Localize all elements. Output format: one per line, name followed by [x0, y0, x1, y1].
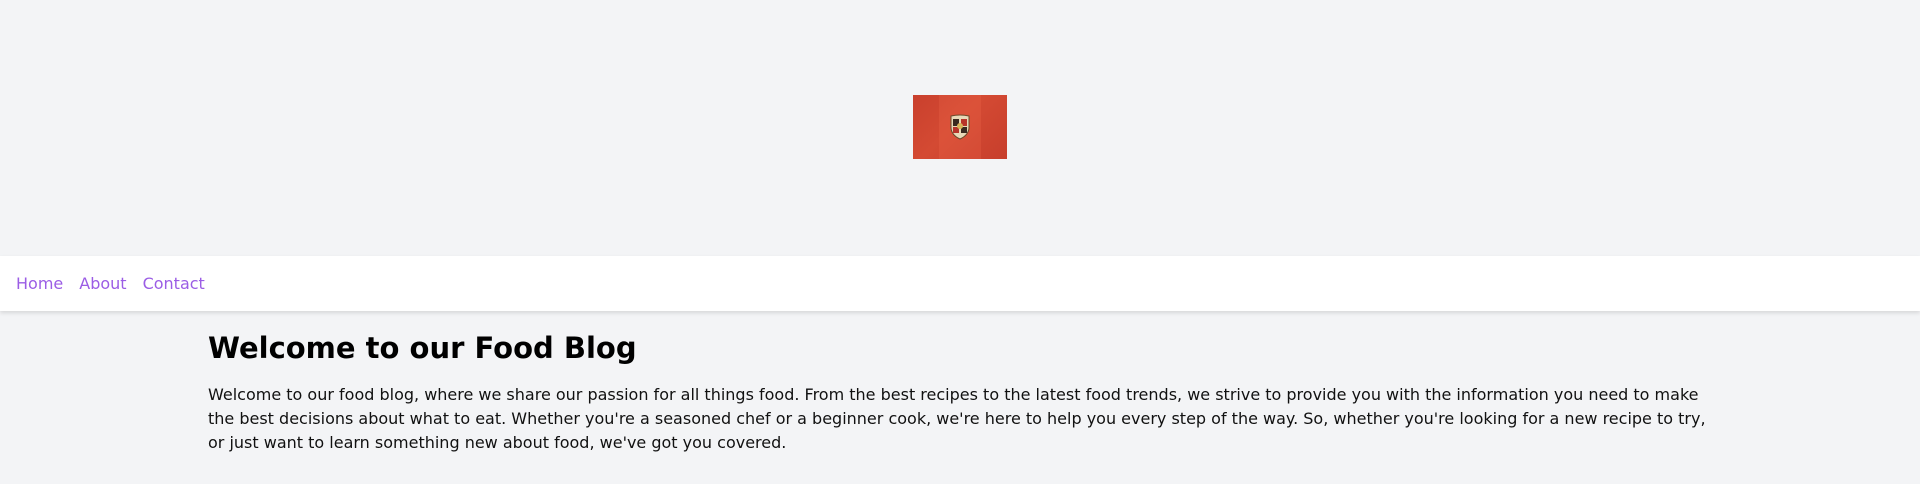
nav-link-about[interactable]: About	[79, 274, 126, 293]
hero-banner	[0, 0, 1920, 256]
intro-paragraph: Welcome to our food blog, where we share…	[208, 385, 1706, 452]
main-content: Welcome to our Food Blog Welcome to our …	[208, 311, 1712, 455]
nav-link-home[interactable]: Home	[16, 274, 63, 293]
page-title: Welcome to our Food Blog	[208, 331, 637, 365]
nav-link-contact[interactable]: Contact	[143, 274, 205, 293]
main-navbar: Home About Contact	[0, 256, 1920, 311]
crest-logo-icon	[950, 114, 970, 140]
crest-logo-image	[913, 95, 1007, 159]
